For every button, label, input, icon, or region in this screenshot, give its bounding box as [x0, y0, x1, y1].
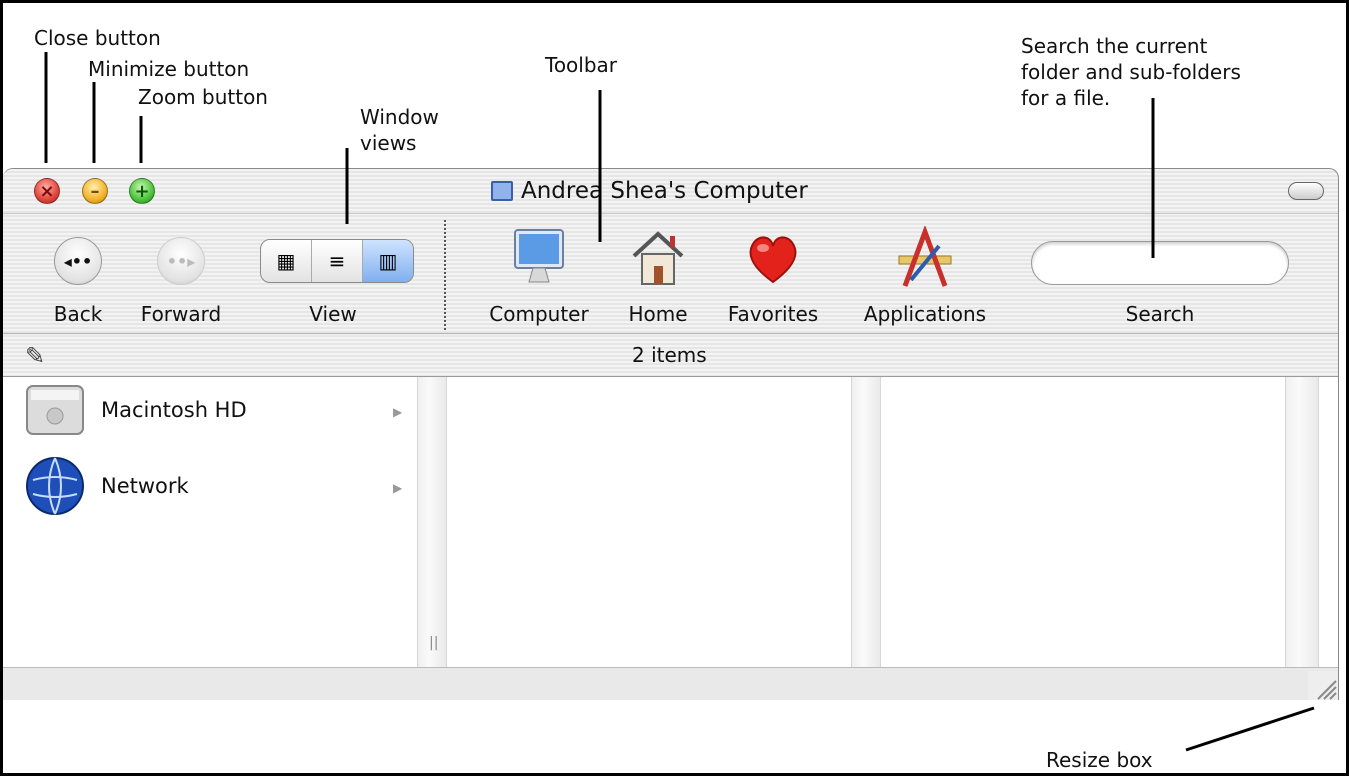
finder-window: × – + Andrea Shea's Computer ◂•• Back ••…	[3, 168, 1339, 700]
close-button[interactable]: ×	[34, 178, 60, 204]
search-label-wrap: Search	[1126, 214, 1195, 334]
minimize-button[interactable]: –	[82, 178, 108, 204]
column-view-icon[interactable]: ▥	[363, 240, 413, 282]
annotation-search: Search the current folder and sub-folder…	[1021, 34, 1241, 110]
view-label-wrap: View	[303, 214, 363, 334]
disclosure-arrow-icon: ▶	[393, 481, 403, 495]
applications-button[interactable]: Applications	[864, 214, 986, 334]
annotation-toolbar: Toolbar	[545, 53, 618, 77]
computer-icon	[491, 181, 513, 201]
annotation-window-views: Window views	[360, 105, 439, 155]
column-browser: Macintosh HD ▶ Network ▶ ||	[3, 377, 1338, 667]
window-title: Andrea Shea's Computer	[491, 178, 808, 204]
computer-icon	[514, 229, 564, 283]
forward-arrow-icon: ••▸	[157, 237, 205, 285]
back-button[interactable]: ◂•• Back	[48, 214, 108, 334]
toolbar-toggle-button[interactable]	[1288, 182, 1324, 200]
annotation-minimize-button: Minimize button	[88, 57, 250, 81]
annotation-close-button: Close button	[34, 26, 161, 50]
horizontal-scrollbar[interactable]	[3, 667, 1338, 700]
forward-button[interactable]: ••▸ Forward	[141, 214, 221, 334]
toolbar: ◂•• Back ••▸ Forward ▦ ≡ ▥ View Computer	[3, 213, 1338, 333]
plus-icon: +	[134, 180, 150, 202]
item-label: Macintosh HD	[101, 398, 247, 422]
house-icon	[632, 231, 684, 285]
hard-drive-icon	[26, 385, 84, 435]
annotation-zoom-button: Zoom button	[138, 85, 268, 109]
minimize-icon: –	[90, 180, 100, 202]
computer-label: Computer	[489, 302, 589, 326]
home-label: Home	[628, 302, 688, 326]
list-item-macintosh-hd[interactable]: Macintosh HD	[23, 377, 247, 443]
column-divider[interactable]	[417, 377, 447, 667]
applications-icon	[898, 226, 952, 287]
window-title-text: Andrea Shea's Computer	[521, 178, 808, 204]
status-bar: ✎ 2 items	[3, 333, 1338, 377]
annotation-resize-box: Resize box	[1046, 748, 1153, 772]
list-item-network[interactable]: Network	[23, 453, 189, 519]
item-count: 2 items	[632, 343, 707, 367]
zoom-button[interactable]: +	[129, 178, 155, 204]
column-3	[881, 377, 1285, 667]
favorites-label: Favorites	[727, 302, 819, 326]
title-bar[interactable]: × – + Andrea Shea's Computer	[3, 169, 1338, 213]
column-1: Macintosh HD ▶ Network ▶	[3, 377, 417, 667]
forward-label: Forward	[140, 302, 222, 326]
resize-box[interactable]	[1308, 671, 1338, 700]
view-label: View	[309, 302, 357, 326]
vertical-scrollbar[interactable]	[1285, 377, 1319, 667]
applications-label: Applications	[863, 302, 987, 326]
item-label: Network	[101, 474, 189, 498]
back-arrow-icon: ◂••	[54, 237, 102, 285]
computer-button[interactable]: Computer	[489, 214, 589, 334]
globe-icon	[26, 457, 84, 515]
favorites-button[interactable]: Favorites	[728, 214, 818, 334]
column-resize-grip-icon[interactable]: ||	[429, 635, 438, 651]
heart-icon	[749, 236, 797, 284]
column-2	[447, 377, 851, 667]
pencil-crossed-icon: ✎	[25, 342, 46, 370]
toolbar-separator	[444, 220, 446, 330]
back-label: Back	[53, 302, 103, 326]
column-divider[interactable]	[851, 377, 881, 667]
close-icon: ×	[39, 180, 55, 202]
disclosure-arrow-icon: ▶	[393, 405, 403, 419]
search-label: Search	[1125, 302, 1195, 326]
home-button[interactable]: Home	[618, 214, 698, 334]
